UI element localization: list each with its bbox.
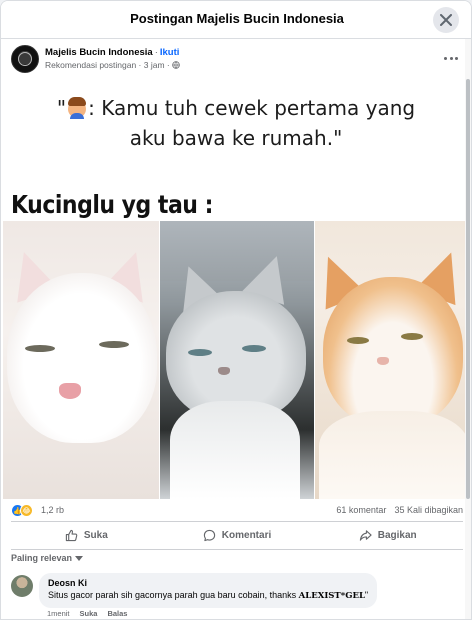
- comment-sort-dropdown[interactable]: Paling relevan: [11, 553, 84, 563]
- comment-text: Situs gacor parah sih gacornya parah gua…: [48, 590, 369, 601]
- post-image[interactable]: ": Kamu tuh cewek pertama yang aku bawa …: [3, 81, 469, 499]
- meme-quote: ": Kamu tuh cewek pertama yang aku bawa …: [56, 96, 416, 150]
- commenter-avatar[interactable]: [11, 575, 33, 597]
- post-modal: Postingan Majelis Bucin Indonesia Majeli…: [0, 0, 472, 620]
- modal-header: Postingan Majelis Bucin Indonesia: [1, 1, 471, 39]
- page-avatar[interactable]: [11, 45, 39, 73]
- page-logo-icon: [18, 52, 32, 66]
- reaction-icons[interactable]: 👍 😂: [11, 504, 33, 517]
- post-header: Majelis Bucin Indonesia · Ikuti Rekomendas…: [11, 45, 463, 77]
- haha-reaction-icon: 😂: [20, 504, 33, 517]
- cat-photo-grey: [160, 221, 314, 499]
- comment-count[interactable]: 61 komentar: [336, 505, 386, 515]
- share-icon: [359, 529, 372, 541]
- comment-actions: 1menit Suka Balas: [47, 609, 127, 618]
- divider: [11, 549, 463, 550]
- comment-button-label: Komentari: [221, 529, 272, 541]
- comment-bubble: Deosn Ki Situs gacor parah sih gacornya …: [39, 573, 378, 608]
- close-icon: [440, 14, 452, 26]
- share-button-label: Bagikan: [377, 529, 417, 541]
- follow-button[interactable]: Ikuti: [160, 47, 180, 58]
- cat-photo-orange: [315, 221, 469, 499]
- post-meta-text: Rekomendasi postingan · 3 jam ·: [45, 60, 170, 70]
- comment-reply-button[interactable]: Balas: [107, 609, 127, 618]
- cat-photo-white: [3, 221, 159, 499]
- more-dots-icon: [444, 56, 447, 60]
- sort-label: Paling relevan: [11, 553, 73, 563]
- comment-like-button[interactable]: Suka: [80, 609, 98, 618]
- scrollbar[interactable]: [465, 39, 471, 619]
- caret-down-icon: [75, 555, 84, 561]
- comment-author[interactable]: Deosn Ki: [48, 578, 368, 589]
- comment-icon: [203, 529, 215, 541]
- more-options-button[interactable]: [441, 51, 461, 65]
- share-count[interactable]: 35 Kali dibagikan: [394, 505, 463, 515]
- like-button-label: Suka: [83, 529, 108, 541]
- comment-highlight: ALEXIST*GEL: [298, 591, 365, 601]
- globe-icon: [171, 61, 180, 69]
- thumbs-up-icon: [65, 529, 78, 541]
- post-meta: Rekomendasi postingan · 3 jam ·: [45, 60, 180, 70]
- close-button[interactable]: [433, 7, 459, 33]
- meme-caption: Kucinglu yg tau :: [11, 191, 213, 220]
- reactions-bar: 👍 😂 1,2 rb 61 komentar 35 Kali dibagikan: [11, 503, 463, 519]
- comment-button[interactable]: Komentari: [162, 523, 313, 547]
- page-name-link[interactable]: Majelis Bucin Indonesia: [45, 47, 153, 58]
- share-button[interactable]: Bagikan: [312, 523, 463, 547]
- divider: [11, 521, 463, 522]
- like-button[interactable]: Suka: [11, 523, 162, 547]
- comment-time[interactable]: 1menit: [47, 609, 70, 618]
- post-actions: Suka Komentari Bagikan: [11, 523, 463, 547]
- modal-title: Postingan Majelis Bucin Indonesia: [130, 11, 344, 26]
- comment-item: Deosn Ki Situs gacor parah sih gacornya …: [11, 573, 463, 619]
- boy-emoji-icon: [66, 96, 88, 119]
- scrollbar-thumb[interactable]: [466, 79, 470, 499]
- name-separator: ·: [154, 47, 158, 58]
- reaction-count[interactable]: 1,2 rb: [41, 505, 64, 515]
